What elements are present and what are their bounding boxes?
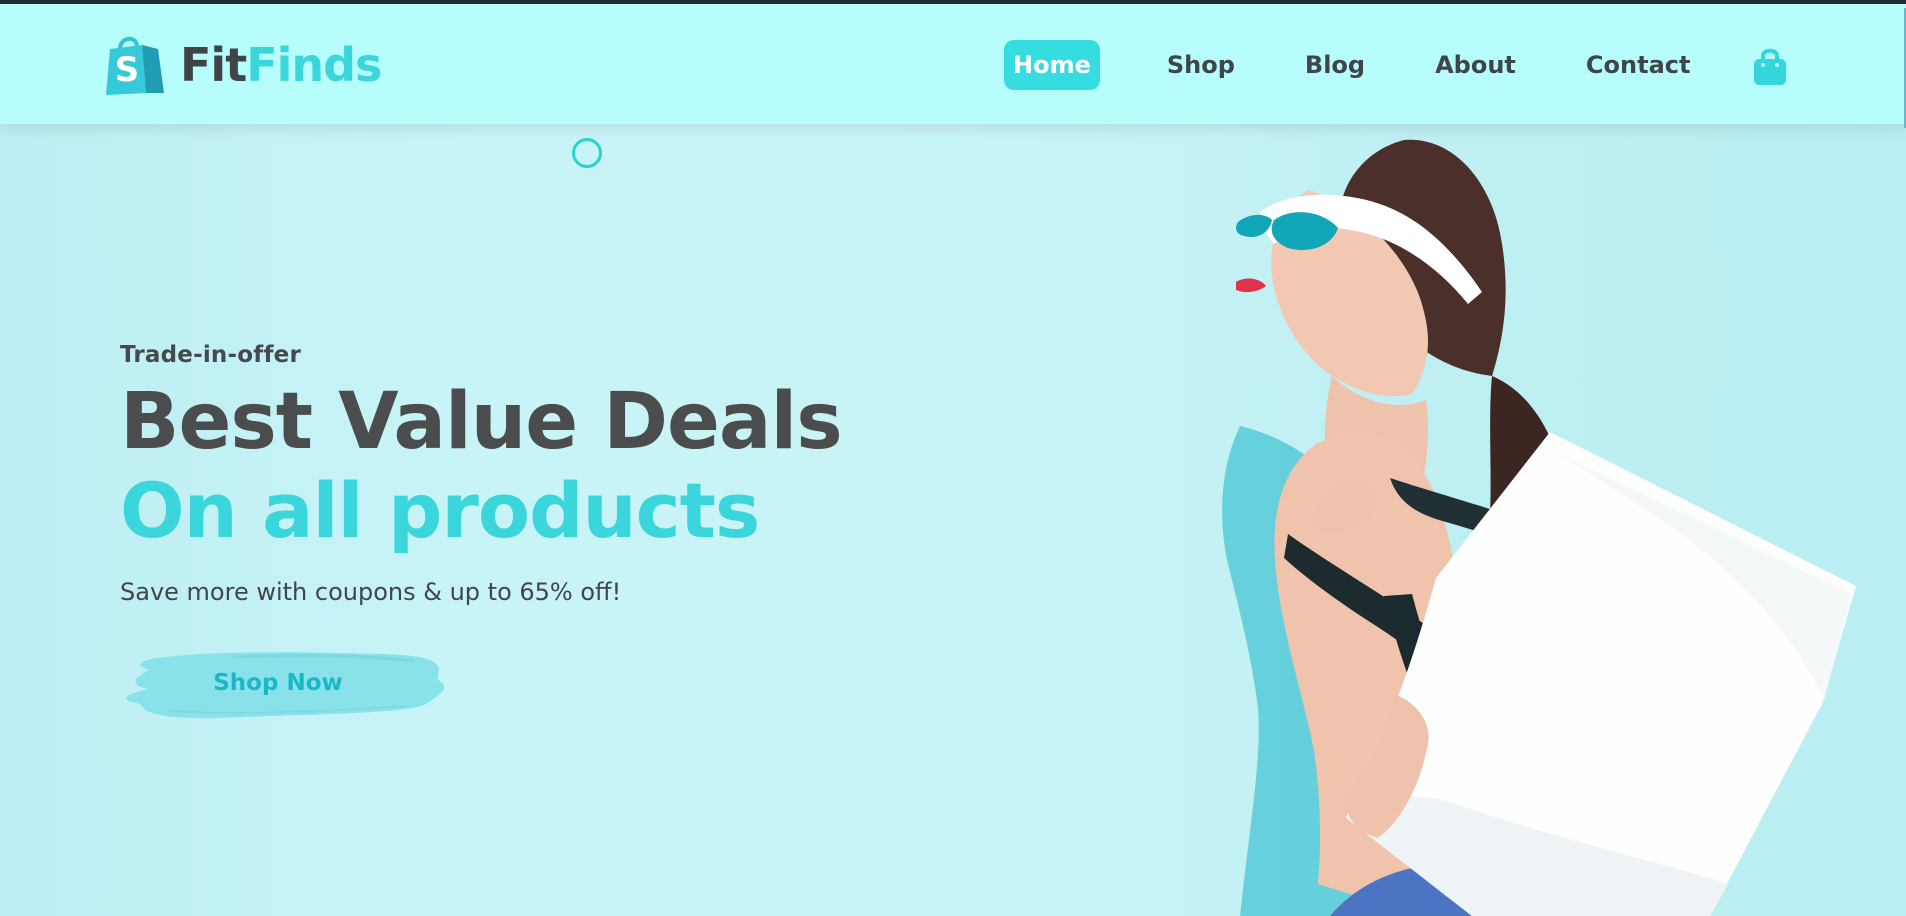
cursor-ring [572,138,602,168]
nav-blog[interactable]: Blog [1296,40,1374,90]
nav-contact[interactable]: Contact [1577,40,1700,90]
shopping-bag-icon[interactable] [1753,48,1787,86]
shop-now-button[interactable]: Shop Now [120,644,450,722]
brand-name-part-1: Fit [180,38,247,92]
page: S FitFinds Home Shop Blog About Contact … [0,0,1906,916]
shop-now-label: Shop Now [213,670,343,696]
svg-text:S: S [115,50,140,90]
main-nav: Home Shop Blog About Contact [1004,39,1751,91]
hero-title: Best Value Deals [120,377,843,467]
site-header: S FitFinds Home Shop Blog About Contact [0,4,1906,128]
brand-logo[interactable]: S FitFinds [106,32,382,98]
brand-name: FitFinds [180,38,382,92]
hero-eyebrow: Trade-in-offer [120,342,301,368]
nav-about[interactable]: About [1426,40,1525,90]
shopping-bag-icon: S [106,36,164,95]
model-with-shopping-bag-image [1222,139,1856,916]
nav-home[interactable]: Home [1004,40,1100,90]
brand-name-part-2: Finds [246,38,382,92]
hero-subtitle: On all products [120,466,760,555]
nav-shop[interactable]: Shop [1158,40,1244,90]
hero-description: Save more with coupons & up to 65% off! [120,578,622,606]
hero-section: Trade-in-offer Best Value Deals On all p… [120,342,880,606]
